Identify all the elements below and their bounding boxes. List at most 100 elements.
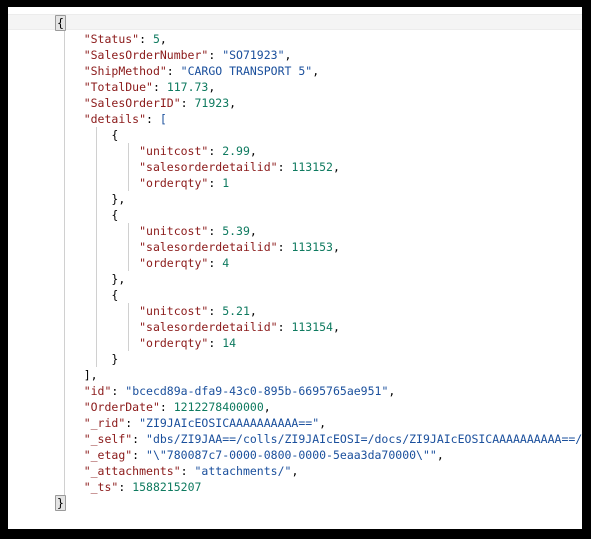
json-value: "ZI9JAIcEOSICAAAAAAAAAA==" [139, 416, 320, 430]
code-line[interactable]: }, [8, 191, 582, 207]
json-value: "bcecd89a-dfa9-43c0-895b-6695765ae951" [125, 384, 389, 398]
code-line[interactable]: "salesorderdetailid": 113152, [8, 159, 582, 175]
code-line[interactable]: "SalesOrderNumber": "SO71923", [8, 47, 582, 63]
json-key: "SalesOrderID" [83, 96, 181, 110]
code-line[interactable]: { [8, 127, 582, 143]
json-code-area[interactable]: { "Status": 5, "SalesOrderNumber": "SO71… [8, 7, 582, 511]
editor-surface[interactable]: { "Status": 5, "SalesOrderNumber": "SO71… [8, 7, 582, 529]
code-line[interactable]: "OrderDate": 1212278400000, [8, 399, 582, 415]
key-value-separator: : [159, 400, 174, 414]
code-line[interactable]: "_attachments": "attachments/", [8, 463, 582, 479]
comma: , [284, 48, 292, 62]
key-value-separator: : [208, 304, 223, 318]
code-line[interactable]: "id": "bcecd89a-dfa9-43c0-895b-6695765ae… [8, 383, 582, 399]
json-value: 113153 [291, 240, 333, 254]
structural-brace: { [111, 128, 119, 142]
code-line[interactable]: "details": [ [8, 111, 582, 127]
json-value: [ [159, 112, 167, 126]
json-value: 2.99 [222, 144, 250, 158]
code-line[interactable]: "orderqty": 14 [8, 335, 582, 351]
structural-brace: ], [83, 368, 98, 382]
key-value-separator: : [132, 448, 147, 462]
comma: , [229, 96, 237, 110]
key-value-separator: : [118, 480, 133, 494]
code-line[interactable]: "orderqty": 1 [8, 175, 582, 191]
json-value: "dbs/ZI9JAA==/colls/ZI9JAIcEOSI=/docs/ZI… [146, 432, 582, 446]
code-line[interactable]: { [8, 15, 582, 31]
comma: , [319, 416, 327, 430]
json-value: "CARGO TRANSPORT 5" [180, 64, 313, 78]
key-value-separator: : [277, 240, 292, 254]
structural-brace: { [111, 288, 119, 302]
code-line[interactable]: { [8, 207, 582, 223]
json-key: "salesorderdetailid" [139, 160, 278, 174]
code-line[interactable]: { [8, 287, 582, 303]
json-key: "salesorderdetailid" [139, 320, 278, 334]
json-value: 71923 [194, 96, 230, 110]
key-value-separator: : [132, 432, 147, 446]
code-line[interactable]: "_etag": "\"780087c7-0000-0800-0000-5eaa… [8, 447, 582, 463]
json-key: "Status" [83, 32, 140, 46]
code-line[interactable]: "unitcost": 5.21, [8, 303, 582, 319]
code-line[interactable]: "unitcost": 2.99, [8, 143, 582, 159]
json-value: 5 [152, 32, 160, 46]
code-line[interactable]: "unitcost": 5.39, [8, 223, 582, 239]
comma: , [332, 240, 340, 254]
json-key: "_self" [83, 432, 133, 446]
structural-brace: }, [111, 272, 126, 286]
code-line[interactable]: "ShipMethod": "CARGO TRANSPORT 5", [8, 63, 582, 79]
comma: , [159, 32, 167, 46]
structural-brace: }, [111, 192, 126, 206]
comma: , [249, 224, 257, 238]
comma: , [291, 464, 299, 478]
code-line[interactable]: } [8, 495, 582, 511]
comma: , [312, 64, 320, 78]
comma: , [249, 144, 257, 158]
code-line[interactable]: "TotalDue": 117.73, [8, 79, 582, 95]
code-line[interactable]: "_ts": 1588215207 [8, 479, 582, 495]
key-value-separator: : [139, 32, 153, 46]
code-line[interactable]: }, [8, 271, 582, 287]
code-line[interactable]: "salesorderdetailid": 113154, [8, 319, 582, 335]
matching-brace-highlight: { [55, 15, 66, 31]
key-value-separator: : [208, 256, 223, 270]
json-key: "_attachments" [83, 464, 181, 478]
code-line[interactable]: } [8, 351, 582, 367]
json-value: 1 [222, 176, 230, 190]
code-line[interactable]: "orderqty": 4 [8, 255, 582, 271]
code-line[interactable]: "SalesOrderID": 71923, [8, 95, 582, 111]
key-value-separator: : [277, 320, 292, 334]
code-line[interactable]: "salesorderdetailid": 113153, [8, 239, 582, 255]
json-value: 5.21 [222, 304, 250, 318]
json-key: "id" [83, 384, 112, 398]
code-line[interactable]: "_self": "dbs/ZI9JAA==/colls/ZI9JAIcEOSI… [8, 431, 582, 447]
comma: , [332, 320, 340, 334]
key-value-separator: : [125, 416, 140, 430]
json-key: "OrderDate" [83, 400, 160, 414]
json-value: 4 [222, 256, 230, 270]
structural-brace: { [111, 208, 119, 222]
json-value: 113152 [291, 160, 333, 174]
code-line[interactable]: "Status": 5, [8, 31, 582, 47]
json-value: "\"780087c7-0000-0800-0000-5eaa3da70000\… [146, 448, 437, 462]
json-key: "details" [83, 112, 147, 126]
comma: , [436, 448, 444, 462]
json-viewer-window: { "Status": 5, "SalesOrderNumber": "SO71… [0, 0, 591, 539]
code-line[interactable]: ], [8, 367, 582, 383]
code-line[interactable]: "_rid": "ZI9JAIcEOSICAAAAAAAAAA==", [8, 415, 582, 431]
json-value: 1212278400000 [173, 400, 264, 414]
